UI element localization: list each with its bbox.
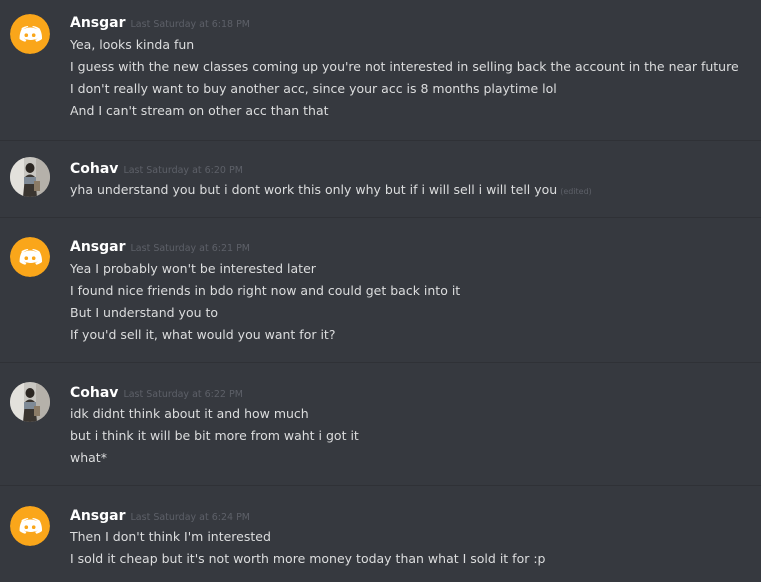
message-header: Ansgar Last Saturday at 6:21 PM — [70, 236, 250, 256]
discord-logo-icon[interactable] — [10, 506, 50, 546]
message-line: Yea, looks kinda fun — [70, 37, 195, 52]
message-line: But I understand you to — [70, 305, 219, 320]
message-header: Cohav Last Saturday at 6:20 PM — [70, 158, 243, 178]
username[interactable]: Cohav — [70, 385, 118, 401]
timestamp: Last Saturday at 6:24 PM — [130, 512, 250, 523]
message-group: Ansgar Last Saturday at 6:24 PM Then I do… — [0, 486, 761, 582]
message-line: I sold it cheap but it's not worth more … — [70, 551, 546, 566]
discord-logo-icon[interactable] — [10, 14, 50, 54]
message-line: I found nice friends in bdo right now an… — [70, 283, 461, 298]
timestamp: Last Saturday at 6:21 PM — [130, 243, 250, 254]
message-header: Cohav Last Saturday at 6:22 PM — [70, 382, 243, 402]
timestamp: Last Saturday at 6:18 PM — [130, 19, 250, 30]
message-line: If you'd sell it, what would you want fo… — [70, 327, 336, 342]
message-group: Cohav Last Saturday at 6:20 PM yha unders… — [0, 141, 761, 217]
message-line: Then I don't think I'm interested — [70, 529, 271, 544]
user-photo-avatar[interactable] — [10, 157, 50, 197]
message-line: Yea I probably won't be interested later — [70, 261, 316, 276]
message-line: I don't really want to buy another acc, … — [70, 81, 557, 96]
message-line: And I can't stream on other acc than tha… — [70, 103, 329, 118]
username[interactable]: Ansgar — [70, 239, 126, 255]
message-line: I guess with the new classes coming up y… — [70, 59, 739, 74]
username[interactable]: Ansgar — [70, 508, 126, 524]
user-photo-avatar[interactable] — [10, 382, 50, 422]
message-group: Ansgar Last Saturday at 6:18 PM Yea, look… — [0, 0, 761, 140]
message-header: Ansgar Last Saturday at 6:18 PM — [70, 12, 250, 32]
message-line: but i think it will be bit more from wah… — [70, 428, 359, 443]
timestamp: Last Saturday at 6:22 PM — [123, 389, 243, 400]
username[interactable]: Ansgar — [70, 15, 126, 31]
edited-label: (edited) — [560, 187, 592, 196]
timestamp: Last Saturday at 6:20 PM — [123, 165, 243, 176]
message-line: idk didnt think about it and how much — [70, 406, 309, 421]
discord-logo-icon[interactable] — [10, 237, 50, 277]
message-header: Ansgar Last Saturday at 6:24 PM — [70, 505, 250, 525]
message-text: yha understand you but i dont work this … — [70, 182, 558, 197]
message-group: Ansgar Last Saturday at 6:21 PM Yea I pro… — [0, 218, 761, 362]
message-line: what* — [70, 450, 107, 465]
message-line: yha understand you but i dont work this … — [70, 179, 592, 203]
message-group: Cohav Last Saturday at 6:22 PM idk didnt … — [0, 363, 761, 485]
username[interactable]: Cohav — [70, 161, 118, 177]
